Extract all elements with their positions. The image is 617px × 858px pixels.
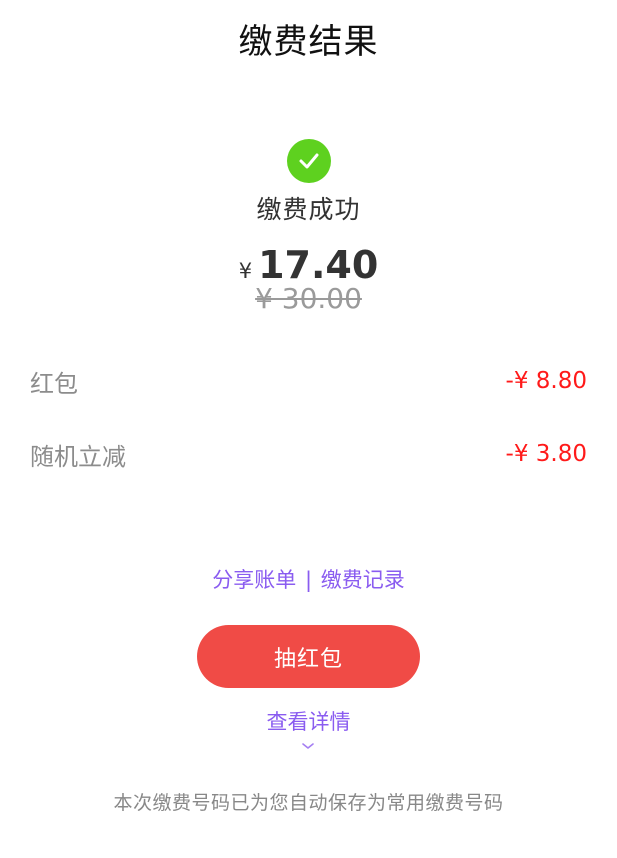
currency-symbol: ¥ [238,259,253,283]
chevron-down-icon[interactable] [301,741,315,751]
amount-block: ¥ 17.40 [0,243,617,287]
discount-row-random: 随机立减 -¥ 3.80 [30,436,587,472]
status-text: 缴费成功 [256,195,361,224]
payment-records-link[interactable]: 缴费记录 [321,568,405,592]
discount-value: -¥ 3.80 [505,441,587,467]
check-circle-icon [287,139,331,183]
discount-label: 红包 [30,369,78,398]
page-title: 缴费结果 [238,22,379,62]
link-separator: | [304,568,313,592]
discount-value: -¥ 8.80 [505,368,587,394]
paid-amount: 17.40 [258,243,379,287]
original-price: ¥ 30.00 [255,282,362,315]
links-row: 分享账单 | 缴费记录 [0,564,617,594]
view-details-link[interactable]: 查看详情 [0,706,617,736]
paid-amount-row: ¥ 17.40 [239,243,379,287]
draw-redpacket-button[interactable]: 抽红包 [197,625,420,688]
discount-row-redpacket: 红包 -¥ 8.80 [30,363,587,399]
discount-label: 随机立减 [30,442,126,471]
share-bill-link[interactable]: 分享账单 [212,568,296,592]
original-price-row: ¥ 30.00 [0,282,617,315]
checkmark-icon [299,153,319,169]
auto-save-note: 本次缴费号码已为您自动保存为常用缴费号码 [113,792,504,814]
